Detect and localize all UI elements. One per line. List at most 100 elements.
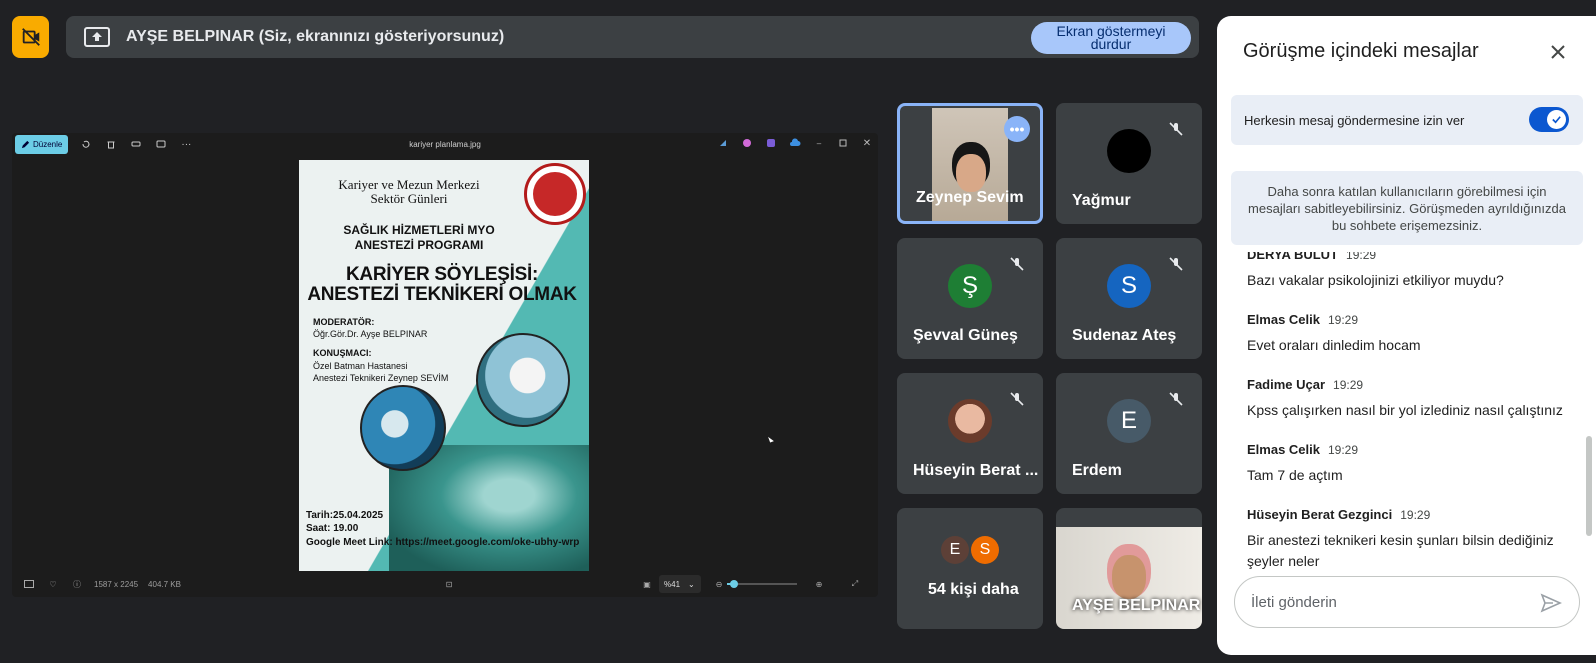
stop-presenting-button[interactable]: Ekran göstermeyi durdur <box>1031 22 1191 54</box>
participant-name: Hüseyin Berat ... <box>913 462 1039 479</box>
zoom-in-icon[interactable]: ⊕ <box>812 577 826 591</box>
message-sender: DERYA BULUT <box>1247 252 1339 262</box>
participant-tile-huseyin[interactable]: Hüseyin Berat ... <box>897 373 1043 494</box>
allow-messages-toggle[interactable] <box>1529 107 1569 132</box>
zoom-slider-handle[interactable] <box>730 580 738 588</box>
participant-tile-erdem[interactable]: E Erdem <box>1056 373 1202 494</box>
message-list: DERYA BULUT 19:29 Bazı vakalar psikolojin… <box>1247 252 1577 584</box>
message: Fadime Uçar 19:29 Kpss çalışırken nasıl b… <box>1247 376 1577 421</box>
clipchamp-icon[interactable] <box>764 136 778 150</box>
message-text: Evet oraları dinledim hocam <box>1247 337 1421 353</box>
poster-date: Tarih:25.04.2025 <box>306 510 384 521</box>
message-composer <box>1234 576 1580 628</box>
avatar: S <box>1107 264 1151 308</box>
send-icon[interactable] <box>1539 591 1563 615</box>
message-text: Tam 7 de açtım <box>1247 467 1343 483</box>
chat-scrollbar[interactable] <box>1586 436 1592 536</box>
fullscreen-icon[interactable]: ⤢ <box>848 577 862 591</box>
fit-icon[interactable]: ⊡ <box>442 577 456 591</box>
avatar <box>948 399 992 443</box>
participant-tile-sudenaz[interactable]: S Sudenaz Ateş <box>1056 238 1202 359</box>
moderator-label: MODERATÖR: <box>313 317 375 327</box>
presenter-text: AYŞE BELPINAR (Siz, ekranınızı gösteriyo… <box>126 28 505 45</box>
shared-screen: Düzenle ··· kariyer planlama.jpg – ✕ Kar… <box>12 133 878 597</box>
close-window-icon[interactable]: ✕ <box>860 136 874 150</box>
favorite-icon[interactable]: ♡ <box>46 577 60 591</box>
message-text: Bazı vakalar psikolojinizi etkiliyor muy… <box>1247 272 1504 288</box>
anesthetist-photo <box>476 333 570 427</box>
filmstrip-icon[interactable] <box>22 577 36 591</box>
share-icon[interactable] <box>154 137 168 151</box>
present-screen-icon <box>84 27 110 47</box>
rotate-icon[interactable] <box>79 137 93 151</box>
poster-program: SAĞLIK HİZMETLERİ MYO ANESTEZİ PROGRAMI <box>343 223 495 252</box>
meet-window: AYŞE BELPINAR (Siz, ekranınızı gösteriyo… <box>0 0 1596 663</box>
speaker-label: KONUŞMACI: <box>313 348 372 358</box>
message-input[interactable] <box>1251 593 1521 611</box>
participant-name: Sudenaz Ateş <box>1072 327 1177 344</box>
mic-off-icon <box>1005 252 1029 276</box>
message-time: 19:29 <box>1328 313 1359 327</box>
message-text: Kpss çalışırken nasıl bir yol izlediniz … <box>1247 402 1563 418</box>
more-participants-tile[interactable]: E S 54 kişi daha <box>897 508 1043 629</box>
zoom-select[interactable]: %41 ⌄ <box>659 575 701 593</box>
allow-messages-label: Herkesin mesaj göndermesine izin ver <box>1244 112 1465 128</box>
mic-off-icon <box>1164 252 1188 276</box>
message: Elmas Celik 19:29 Tam 7 de açtım <box>1247 441 1577 486</box>
paint-icon[interactable] <box>740 136 754 150</box>
presentation-bar: AYŞE BELPINAR (Siz, ekranınızı gösteriyo… <box>66 16 1199 58</box>
copilot-icon[interactable] <box>716 136 730 150</box>
delete-icon[interactable] <box>104 137 118 151</box>
speaker-org: Özel Batman Hastanesi <box>313 361 408 371</box>
avatar: E <box>1107 399 1151 443</box>
more-options-icon[interactable]: ••• <box>1004 116 1030 142</box>
participant-name: Erdem <box>1072 462 1122 479</box>
surgery-photo <box>360 385 446 471</box>
minimize-icon[interactable]: – <box>812 136 826 150</box>
avatar: Ş <box>948 264 992 308</box>
chevron-down-icon: ⌄ <box>688 579 695 589</box>
image-dimensions: 1587 x 2245 <box>94 579 139 589</box>
print-icon[interactable] <box>129 137 143 151</box>
edit-button[interactable]: Düzenle <box>15 134 69 154</box>
participant-name: Zeynep Sevim <box>916 189 1024 206</box>
allow-messages-row: Herkesin mesaj göndermesine izin ver <box>1231 95 1583 145</box>
self-view-tile[interactable]: AYŞE BELPINAR <box>1056 508 1202 629</box>
message-text: Bir anestezi teknikeri kesin şunları bil… <box>1247 532 1554 569</box>
edit-icon <box>21 140 30 148</box>
info-icon[interactable]: ⓘ <box>70 577 84 591</box>
photos-statusbar: ♡ ⓘ 1587 x 2245 404.7 KB ⊡ ▣ %41 ⌄ ⊖ ⊕ ⤢ <box>12 571 878 597</box>
avatar-stack: E S <box>941 536 1001 564</box>
participant-tile-sevval[interactable]: Ş Şevval Güneş <box>897 238 1043 359</box>
cloud-icon[interactable] <box>788 136 802 150</box>
pin-info: Daha sonra katılan kullanıcıların görebi… <box>1231 171 1583 245</box>
message-time: 19:29 <box>1400 508 1431 522</box>
zoom-slider[interactable] <box>727 580 797 588</box>
participant-tile-yagmur[interactable]: Yağmur <box>1056 103 1202 224</box>
participant-tile-zeynep[interactable]: ••• Zeynep Sevim <box>897 103 1043 224</box>
close-icon[interactable] <box>1546 40 1570 64</box>
mic-off-icon <box>1164 387 1188 411</box>
maximize-icon[interactable] <box>836 136 850 150</box>
chat-panel: Görüşme içindeki mesajlar Herkesin mesaj… <box>1217 16 1596 655</box>
university-seal <box>524 163 586 225</box>
camera-off-button[interactable] <box>12 16 49 58</box>
avatar: E <box>941 536 969 564</box>
message: Hüseyin Berat Gezginci 19:29 Bir anestezi… <box>1247 506 1577 572</box>
more-participants-count: 54 kişi daha <box>928 581 1019 598</box>
message-sender: Elmas Celik <box>1247 312 1320 327</box>
zoom-out-icon[interactable]: ⊖ <box>712 577 726 591</box>
message-time: 19:29 <box>1333 378 1364 392</box>
message: Elmas Celik 19:29 Evet oraları dinledim h… <box>1247 311 1577 356</box>
actual-size-icon[interactable]: ▣ <box>640 577 654 591</box>
poster-image: Kariyer ve Mezun Merkezi Sektör Günleri … <box>299 160 589 571</box>
more-options-icon[interactable]: ··· <box>179 137 193 151</box>
message-sender: Hüseyin Berat Gezginci <box>1247 507 1393 522</box>
mic-off-icon <box>1005 387 1029 411</box>
mic-off-icon <box>1164 117 1188 141</box>
photos-toolbar: Düzenle ··· kariyer planlama.jpg – ✕ <box>12 133 878 155</box>
message: DERYA BULUT 19:29 Bazı vakalar psikolojin… <box>1247 252 1577 291</box>
poster-center: Kariyer ve Mezun Merkezi Sektör Günleri <box>338 177 480 206</box>
chat-title: Görüşme içindeki mesajlar <box>1243 40 1479 62</box>
message-time: 19:29 <box>1346 252 1377 262</box>
